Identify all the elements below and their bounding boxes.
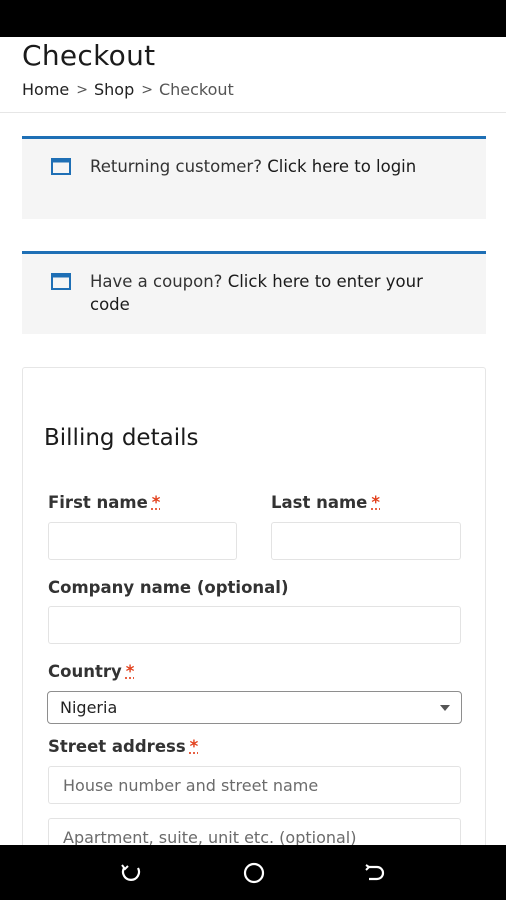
street-address-label: Street address * xyxy=(48,737,198,756)
last-name-field[interactable] xyxy=(271,522,461,560)
last-name-label: Last name * xyxy=(271,493,380,512)
page-title: Checkout xyxy=(22,39,156,72)
company-name-label: Company name (optional) xyxy=(48,578,289,597)
required-marker: * xyxy=(371,493,381,512)
company-name-field[interactable] xyxy=(48,606,461,644)
home-icon[interactable] xyxy=(241,861,267,885)
header-divider xyxy=(0,112,506,113)
first-name-label-text: First name xyxy=(48,493,148,512)
window-icon xyxy=(51,158,71,175)
required-marker: * xyxy=(189,737,199,756)
last-name-label-text: Last name xyxy=(271,493,368,512)
first-name-label: First name * xyxy=(48,493,160,512)
street-address-line2-field[interactable] xyxy=(48,818,461,845)
breadcrumb-current: Checkout xyxy=(158,80,234,99)
notice-text: Returning customer? Click here to login xyxy=(90,155,430,178)
notice-prefix: Have a coupon? xyxy=(90,272,223,291)
dropdown-arrow-icon xyxy=(440,705,450,711)
system-navigation-bar xyxy=(0,845,506,900)
returning-customer-notice: Returning customer? Click here to login xyxy=(22,136,486,219)
back-icon[interactable] xyxy=(363,861,389,885)
status-bar xyxy=(0,0,506,37)
recents-icon[interactable] xyxy=(118,861,144,885)
country-label-text: Country xyxy=(48,662,122,681)
street-address-label-text: Street address xyxy=(48,737,186,756)
required-marker: * xyxy=(125,662,135,681)
notice-text: Have a coupon? Click here to enter your … xyxy=(90,270,430,316)
breadcrumb: Home > Shop > Checkout xyxy=(22,80,234,99)
billing-details-card: Billing details First name * Last name * C… xyxy=(22,367,486,845)
country-label: Country * xyxy=(48,662,134,681)
breadcrumb-home[interactable]: Home xyxy=(22,80,69,99)
coupon-notice: Have a coupon? Click here to enter your … xyxy=(22,251,486,334)
breadcrumb-separator: > xyxy=(141,81,153,98)
breadcrumb-shop[interactable]: Shop xyxy=(94,80,134,99)
notice-prefix: Returning customer? xyxy=(90,157,262,176)
breadcrumb-separator: > xyxy=(76,81,88,98)
first-name-field[interactable] xyxy=(48,522,237,560)
login-link[interactable]: Click here to login xyxy=(267,157,416,176)
country-select[interactable]: Nigeria xyxy=(47,691,462,724)
required-marker: * xyxy=(151,493,161,512)
window-icon xyxy=(51,273,71,290)
checkout-page: Checkout Home > Shop > Checkout Returnin… xyxy=(0,37,506,845)
country-selected-value: Nigeria xyxy=(60,698,118,717)
billing-title: Billing details xyxy=(44,425,199,451)
street-address-line1-field[interactable] xyxy=(48,766,461,804)
